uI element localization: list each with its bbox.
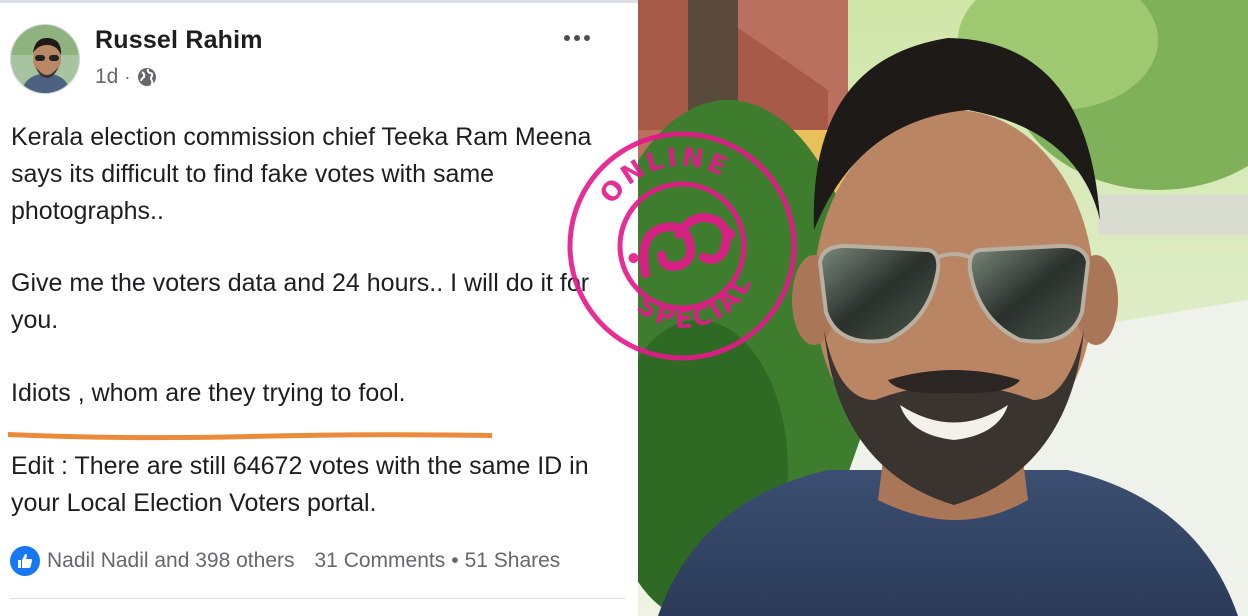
post-meta: 1d ·	[95, 65, 158, 89]
divider	[0, 0, 638, 3]
reaction-names[interactable]: Nadil Nadil and 398 others	[47, 549, 295, 573]
comments-count[interactable]: 31 Comments	[315, 549, 446, 573]
reactions-bar: Nadil Nadil and 398 others 31 Comments •…	[10, 544, 625, 578]
meta-separator: ·	[124, 66, 131, 87]
avatar[interactable]	[10, 24, 80, 94]
globe-icon[interactable]	[136, 66, 158, 88]
more-options-icon[interactable]	[558, 24, 596, 52]
divider	[10, 598, 625, 599]
orange-underline	[8, 432, 492, 441]
post-paragraph: Idiots , whom are they trying to fool.	[11, 379, 406, 407]
author-name[interactable]: Russel Rahim	[95, 26, 263, 55]
post-paragraph: Kerala election commission chief Teeka R…	[11, 123, 592, 225]
like-icon[interactable]	[10, 546, 40, 576]
post-time[interactable]: 1d	[95, 65, 118, 89]
facebook-post: Russel Rahim 1d · Kerala election commis…	[0, 0, 638, 616]
online-special-stamp: ONLINE SPECIAL	[567, 128, 797, 361]
shares-count[interactable]: 51 Shares	[465, 549, 561, 573]
post-paragraph: Give me the voters data and 24 hours.. I…	[11, 269, 590, 334]
post-paragraph: Edit : There are still 64672 votes with …	[11, 452, 589, 517]
reaction-separator: •	[451, 549, 459, 572]
